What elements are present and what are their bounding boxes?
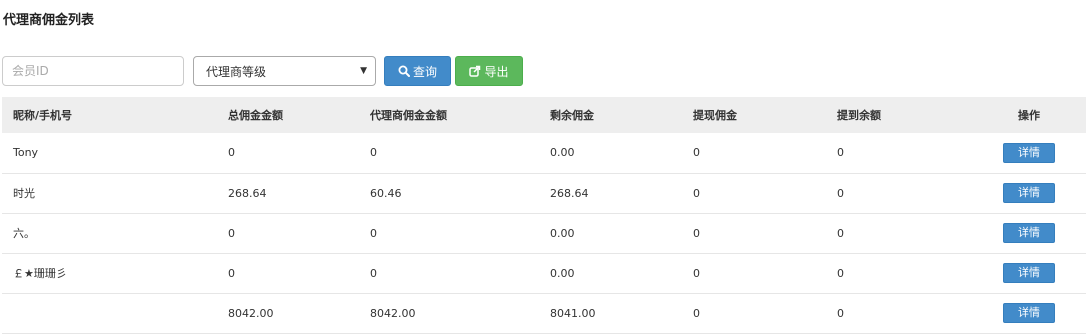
cell-remaining-commission: 0.00: [539, 133, 682, 174]
cell-actions: 详情: [972, 173, 1086, 214]
table-row: ￡★珊珊彡 0 0 0.00 0 0 详情: [2, 253, 1086, 294]
cell-nickname: Tony: [2, 133, 217, 174]
cell-nickname: [2, 293, 217, 334]
agent-level-select-value: 代理商等级: [206, 64, 267, 79]
cell-nickname: ￡★珊珊彡: [2, 253, 217, 294]
detail-button[interactable]: 详情: [1003, 263, 1055, 283]
table-row: 六。 0 0 0.00 0 0 详情: [2, 213, 1086, 254]
cell-total-commission: 268.64: [217, 173, 359, 214]
cell-actions: 详情: [972, 253, 1086, 294]
cell-remaining-commission: 0.00: [539, 253, 682, 294]
column-header-withdrawn-commission: 提现佣金: [693, 109, 737, 122]
cell-actions: 详情: [972, 133, 1086, 174]
cell-nickname: 六。: [2, 213, 217, 254]
cell-agent-commission: 0: [359, 133, 539, 174]
cell-withdrawn-commission: 0: [682, 213, 826, 254]
table-header-row: 昵称/手机号 总佣金金额 代理商佣金金额 剩余佣金 提现佣金 提到余额 操作: [2, 97, 1086, 133]
column-header-agent-commission: 代理商佣金金额: [370, 109, 447, 122]
share-icon: [469, 65, 481, 77]
cell-actions: 详情: [972, 293, 1086, 334]
table-row: Tony 0 0 0.00 0 0 详情: [2, 133, 1086, 174]
page: 代理商佣金列表 代理商等级 ▼ 查询 导出: [0, 0, 1088, 334]
detail-button[interactable]: 详情: [1003, 183, 1055, 203]
cell-agent-commission: 0: [359, 253, 539, 294]
table-row: 时光 268.64 60.46 268.64 0 0 详情: [2, 173, 1086, 214]
commission-table: 昵称/手机号 总佣金金额 代理商佣金金额 剩余佣金 提现佣金 提到余额 操作 T…: [2, 97, 1086, 334]
cell-total-commission: 8042.00: [217, 293, 359, 334]
commission-table-wrapper: 昵称/手机号 总佣金金额 代理商佣金金额 剩余佣金 提现佣金 提到余额 操作 T…: [2, 97, 1086, 334]
cell-agent-commission: 60.46: [359, 173, 539, 214]
column-header-actions: 操作: [1018, 109, 1040, 122]
cell-withdrawn-commission: 0: [682, 173, 826, 214]
cell-remaining-commission: 0.00: [539, 213, 682, 254]
cell-remaining-commission: 8041.00: [539, 293, 682, 334]
filter-bar: 代理商等级 ▼ 查询 导出: [2, 55, 523, 87]
detail-button[interactable]: 详情: [1003, 142, 1055, 163]
query-button-label: 查询: [412, 64, 437, 79]
cell-withdrawn-commission: 0: [682, 133, 826, 174]
cell-agent-commission: 8042.00: [359, 293, 539, 334]
cell-to-balance: 0: [826, 213, 972, 254]
search-icon: [398, 65, 410, 77]
cell-withdrawn-commission: 0: [682, 253, 826, 294]
cell-to-balance: 0: [826, 133, 972, 174]
member-id-input[interactable]: [2, 56, 184, 86]
cell-total-commission: 0: [217, 133, 359, 174]
export-button[interactable]: 导出: [455, 56, 523, 86]
cell-remaining-commission: 268.64: [539, 173, 682, 214]
cell-to-balance: 0: [826, 253, 972, 294]
cell-nickname: 时光: [2, 173, 217, 214]
column-header-nickname: 昵称/手机号: [13, 109, 73, 122]
agent-level-select[interactable]: 代理商等级 ▼: [193, 56, 376, 86]
cell-to-balance: 0: [826, 173, 972, 214]
query-button[interactable]: 查询: [384, 56, 451, 86]
cell-total-commission: 0: [217, 213, 359, 254]
cell-total-commission: 0: [217, 253, 359, 294]
column-header-to-balance: 提到余额: [837, 109, 881, 122]
column-header-remaining-commission: 剩余佣金: [550, 109, 594, 122]
export-button-label: 导出: [484, 64, 509, 79]
caret-down-icon: ▼: [360, 66, 367, 76]
table-row: 8042.00 8042.00 8041.00 0 0 详情: [2, 293, 1086, 334]
cell-to-balance: 0: [826, 293, 972, 334]
detail-button[interactable]: 详情: [1003, 303, 1055, 323]
cell-agent-commission: 0: [359, 213, 539, 254]
page-title: 代理商佣金列表: [3, 13, 95, 28]
column-header-total-commission: 总佣金金额: [228, 109, 283, 122]
cell-actions: 详情: [972, 213, 1086, 254]
detail-button[interactable]: 详情: [1003, 223, 1055, 243]
cell-withdrawn-commission: 0: [682, 293, 826, 334]
